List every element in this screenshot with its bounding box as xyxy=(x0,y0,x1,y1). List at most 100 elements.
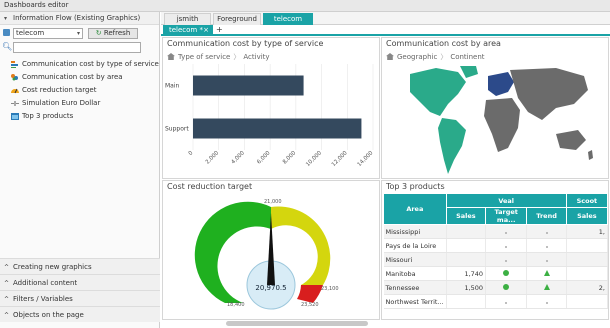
table-row[interactable]: Missouri xyxy=(383,252,608,267)
chevron-up-icon: ^ xyxy=(4,312,10,319)
home-icon[interactable] xyxy=(167,53,175,60)
breadcrumb-item[interactable]: Type of service xyxy=(178,53,230,61)
top3-table: Area Veal Scoot Sales Target ma... Trend… xyxy=(383,193,608,309)
target-cell xyxy=(485,280,528,295)
breadcrumb-item[interactable]: Activity xyxy=(243,53,269,61)
refresh-button[interactable]: ↻ Refresh xyxy=(88,28,138,39)
panel-comm-by-area[interactable]: Communication cost by area Geographic 〉 Co… xyxy=(381,37,609,179)
x-tick-label: 2,000 xyxy=(205,150,221,166)
item-label: Cost reduction target xyxy=(22,86,97,94)
world-map[interactable] xyxy=(396,64,596,178)
x-tick-label: 8,000 xyxy=(282,150,298,166)
section-additional-content[interactable]: ^ Additional content xyxy=(0,274,160,290)
close-icon[interactable]: × xyxy=(203,25,209,35)
list-item[interactable]: Communication cost by area xyxy=(0,71,159,84)
table-row[interactable]: Pays de la Loire xyxy=(383,238,608,253)
breadcrumb-item[interactable]: Geographic xyxy=(397,53,437,61)
bar-chart: 0 2,000 4,000 6,000 8,000 10,000 12,000 14,000 M… xyxy=(165,64,375,168)
panel-cost-target[interactable]: Cost reduction target 21,000 18,400 23,1… xyxy=(162,180,380,320)
breadcrumb: Geographic 〉 Continent xyxy=(386,52,485,62)
left-panel: ▾ Information Flow (Existing Graphics) te… xyxy=(0,12,160,328)
section-label: Creating new graphics xyxy=(13,263,92,271)
list-item[interactable]: Communication cost by type of service xyxy=(0,58,159,71)
map-region-north-america xyxy=(410,68,466,116)
table-row[interactable]: Tennessee 1,500 2, xyxy=(383,280,608,295)
tree-root[interactable]: ▾ Information Flow (Existing Graphics) xyxy=(0,12,159,25)
tree-root-label: Information Flow (Existing Graphics) xyxy=(13,14,141,22)
item-label: Top 3 products xyxy=(22,112,74,120)
area-cell: Mississippi xyxy=(383,224,447,239)
sales-cell-2: 1, xyxy=(566,224,608,239)
panel-title: Communication cost by area xyxy=(386,39,501,48)
home-icon[interactable] xyxy=(386,53,394,60)
list-item[interactable]: Cost reduction target xyxy=(0,84,159,97)
list-item[interactable]: Top 3 products xyxy=(0,110,159,123)
section-label: Additional content xyxy=(13,279,78,287)
target-cell xyxy=(485,266,528,281)
trend-up-icon xyxy=(543,269,550,276)
tab-bar: jsmith Foreground telecom xyxy=(161,12,610,25)
category-label: Main xyxy=(165,83,180,90)
sales-cell: 1,500 xyxy=(446,280,487,295)
column-header-sales-2[interactable]: Sales xyxy=(565,207,608,225)
search-input[interactable] xyxy=(13,42,141,53)
group-header-scoot[interactable]: Scoot xyxy=(565,193,608,208)
table-row[interactable]: Mississippi 1, xyxy=(383,224,608,239)
panel-comm-by-type[interactable]: Communication cost by type of service Ty… xyxy=(162,37,380,179)
document-tab-label: telecom * xyxy=(169,26,203,34)
document-tab[interactable]: telecom * × xyxy=(163,25,213,35)
section-creating-new-graphics[interactable]: ^ Creating new graphics xyxy=(0,258,160,274)
area-cell: Missouri xyxy=(383,252,447,267)
trend-cell xyxy=(526,252,567,267)
map-icon xyxy=(11,74,18,81)
sales-cell xyxy=(446,238,487,253)
area-cell: Tennessee xyxy=(383,280,447,295)
map-region-south-america xyxy=(438,118,466,174)
empty-dot-icon xyxy=(545,301,548,304)
x-tick-label: 12,000 xyxy=(331,150,349,168)
add-tab-icon[interactable]: + xyxy=(216,25,223,35)
gauge-value: 20,970.5 xyxy=(255,284,286,292)
target-cell xyxy=(485,224,528,239)
group-header-veal[interactable]: Veal xyxy=(445,193,567,208)
column-header-trend[interactable]: Trend xyxy=(526,207,567,225)
chevron-down-icon: ▾ xyxy=(76,30,80,37)
sales-cell xyxy=(446,224,487,239)
sales-cell-2 xyxy=(566,294,608,309)
datasource-select[interactable]: telecom ▾ xyxy=(13,28,83,39)
list-item[interactable]: Simulation Euro Dollar xyxy=(0,97,159,110)
breadcrumb: Type of service 〉 Activity xyxy=(167,52,270,62)
column-header-area[interactable]: Area xyxy=(383,193,447,225)
map-region-new-zealand xyxy=(588,150,593,160)
status-dot-icon xyxy=(503,283,510,290)
x-tick-label: 10,000 xyxy=(305,150,323,168)
breadcrumb-item[interactable]: Continent xyxy=(450,53,484,61)
bar[interactable] xyxy=(193,118,362,139)
tab-foreground[interactable]: Foreground xyxy=(213,13,261,25)
section-objects-on-page[interactable]: ^ Objects on the page xyxy=(0,306,160,322)
target-cell xyxy=(485,252,528,267)
panel-top3[interactable]: Top 3 products Area Veal Scoot Sales Tar… xyxy=(381,180,609,320)
table-row[interactable]: Manitoba 1,740 xyxy=(383,266,608,281)
sales-cell xyxy=(446,294,487,309)
sales-cell-2 xyxy=(566,266,608,281)
horizontal-scrollbar[interactable] xyxy=(226,321,368,326)
section-filters-variables[interactable]: ^ Filters / Variables xyxy=(0,290,160,306)
sales-cell: 1,740 xyxy=(446,266,487,281)
tab-telecom[interactable]: telecom xyxy=(263,13,313,25)
column-header-sales[interactable]: Sales xyxy=(445,207,487,225)
table-icon xyxy=(11,113,19,120)
column-header-target[interactable]: Target ma... xyxy=(485,207,528,225)
gauge-label-left: 18,400 xyxy=(227,302,245,308)
map-region-greenland xyxy=(460,66,478,78)
gauge-label-right-upper: 23,100 xyxy=(321,286,339,292)
sales-cell-2 xyxy=(566,238,608,253)
panel-title: Top 3 products xyxy=(386,182,445,191)
empty-dot-icon xyxy=(545,231,548,234)
x-tick-label: 14,000 xyxy=(357,150,375,168)
table-row[interactable]: Northwest Territ... xyxy=(383,294,608,309)
tab-jsmith[interactable]: jsmith xyxy=(164,13,211,25)
status-dot-icon xyxy=(503,269,510,276)
bar[interactable] xyxy=(193,75,304,96)
gauge-chart: 21,000 18,400 23,100 23,520 20,970.5 xyxy=(194,199,339,310)
